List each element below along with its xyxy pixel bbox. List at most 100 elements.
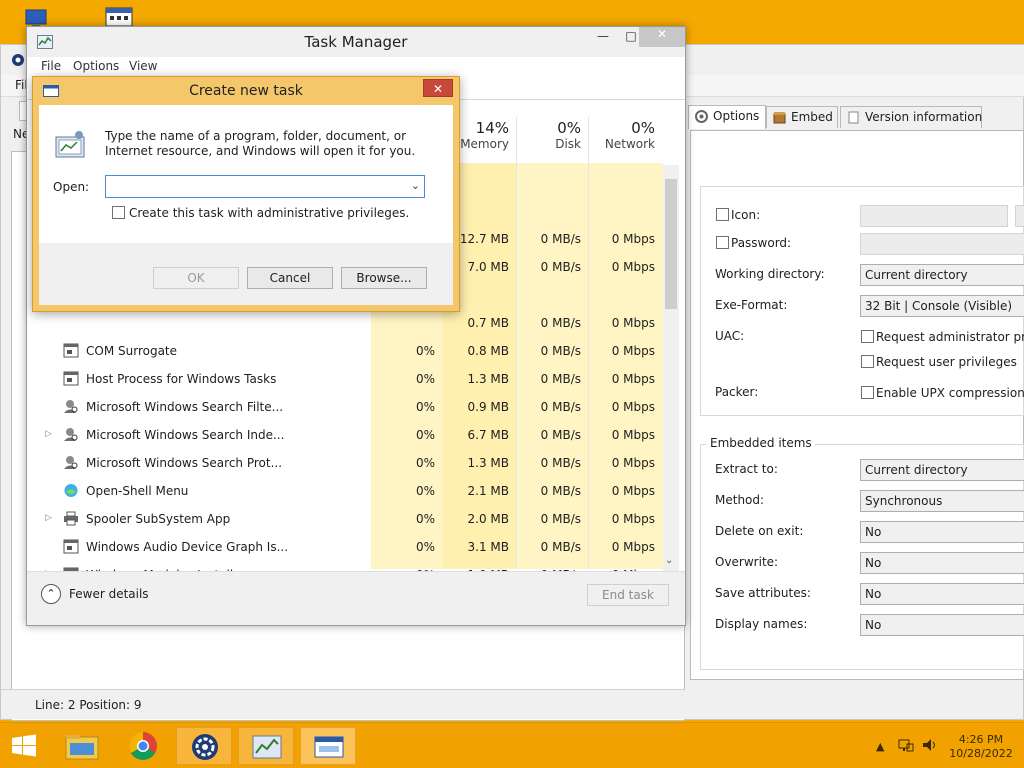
icon-checkbox[interactable] [716, 208, 729, 221]
status-position: Line: 2 Position: 9 [35, 698, 142, 712]
property-tabs: Options Embed Version information [688, 105, 1024, 130]
network-value: 0 Mbps [611, 232, 655, 246]
tab-embed[interactable]: Embed [766, 106, 838, 128]
password-checkbox[interactable] [716, 236, 729, 249]
ok-button[interactable]: OK [153, 267, 239, 289]
disk-value: 0 MB/s [540, 428, 581, 442]
display-names-select[interactable]: No [860, 614, 1024, 636]
menu-file[interactable]: File [41, 59, 61, 73]
clock[interactable]: 4:26 PM 10/28/2022 [944, 733, 1018, 761]
run-taskbar-icon[interactable] [300, 727, 356, 765]
disk-value: 0 MB/s [540, 512, 581, 526]
chrome-taskbar-icon[interactable] [115, 727, 171, 765]
cpu-value: 0% [415, 512, 435, 526]
table-row[interactable]: COM Surrogate 0% 0.8 MB 0 MB/s 0 Mbps [35, 337, 663, 365]
close-button[interactable]: ✕ [639, 27, 685, 47]
process-name: Microsoft Windows Search Filte... [86, 400, 284, 414]
exe-format-select[interactable]: 32 Bit | Console (Visible) [860, 295, 1024, 317]
disk-value: 0 MB/s [540, 400, 581, 414]
network-value: 0 Mbps [611, 512, 655, 526]
overwrite-select[interactable]: No [860, 552, 1024, 574]
task-manager-titlebar: Task Manager — □ ✕ [27, 27, 685, 57]
menu-options[interactable]: Options [73, 59, 119, 73]
chevron-up-icon[interactable]: ▲ [876, 740, 884, 753]
chevron-down-icon[interactable]: ⌄ [411, 179, 420, 192]
disk-value: 0 MB/s [540, 316, 581, 330]
network-value: 0 Mbps [611, 316, 655, 330]
expand-icon[interactable]: ▷ [45, 429, 52, 439]
extract-to-select[interactable]: Current directory [860, 459, 1024, 481]
task-manager-footer: ⌃ Fewer details End task [27, 571, 685, 625]
delete-on-exit-select[interactable]: No [860, 521, 1024, 543]
password-field [860, 233, 1024, 255]
network-value: 0 Mbps [611, 484, 655, 498]
tab-version-information[interactable]: Version information [840, 106, 982, 128]
cancel-button[interactable]: Cancel [247, 267, 333, 289]
taskbar: ▲ 4:26 PM 10/28/2022 [0, 722, 1024, 768]
table-row[interactable]: Host Process for Windows Tasks 0% 1.3 MB 0 … [35, 365, 663, 393]
save-attributes-label: Save attributes: [715, 586, 811, 600]
scroll-down-arrow[interactable]: ⌄ [665, 555, 673, 566]
tab-options[interactable]: Options [688, 105, 766, 129]
memory-value: 2.1 MB [467, 484, 509, 498]
cpu-value: 0% [415, 400, 435, 414]
dialog-message: Type the name of a program, folder, docu… [105, 129, 416, 158]
file-explorer-taskbar-icon[interactable] [54, 727, 110, 765]
method-select[interactable]: Synchronous [860, 490, 1024, 512]
table-row[interactable]: Microsoft Windows Search Filte... 0% 0.9 M… [35, 393, 663, 421]
process-name: Open-Shell Menu [86, 484, 189, 498]
upx-checkbox[interactable] [861, 386, 874, 399]
menu-view[interactable]: View [129, 59, 157, 73]
network-icon[interactable] [898, 738, 914, 755]
table-row[interactable]: Windows Audio Device Graph Is... 0% 3.1 MB… [35, 533, 663, 561]
admin-privileges-label: Create this task with administrative pri… [129, 206, 410, 220]
uac-user-checkbox[interactable] [861, 355, 874, 368]
embedded-items-title: Embedded items [707, 436, 815, 450]
method-label: Method: [715, 493, 765, 507]
end-task-button[interactable]: End task [587, 584, 669, 606]
printer-icon [63, 511, 79, 526]
open-combobox[interactable]: ⌄ [105, 175, 425, 198]
gear-icon [695, 110, 708, 123]
process-name: Spooler SubSystem App [86, 512, 231, 526]
window-icon [63, 343, 79, 358]
icon-label: Icon: [731, 208, 761, 222]
task-manager-title: Task Manager [304, 33, 408, 51]
settings-taskbar-icon[interactable] [176, 727, 232, 765]
process-name: Microsoft Windows Search Inde... [86, 428, 285, 442]
uac-admin-checkbox[interactable] [861, 330, 874, 343]
browse-button[interactable]: Browse... [341, 267, 427, 289]
dialog-close-button[interactable]: ✕ [423, 79, 453, 97]
process-name: Microsoft Windows Search Prot... [86, 456, 283, 470]
start-button[interactable] [0, 727, 48, 765]
admin-privileges-checkbox[interactable] [112, 206, 125, 219]
gear-icon [11, 53, 25, 70]
volume-icon[interactable] [922, 738, 938, 755]
table-row[interactable]: Microsoft Windows Search Prot... 0% 1.3 MB… [35, 449, 663, 477]
expand-icon[interactable]: ▷ [45, 513, 52, 523]
working-directory-select[interactable]: Current directory [860, 264, 1024, 286]
network-value: 0 Mbps [611, 456, 655, 470]
shell-icon [63, 483, 79, 498]
network-value: 0 Mbps [611, 372, 655, 386]
disk-value: 0 MB/s [540, 456, 581, 470]
table-row[interactable]: Open-Shell Menu 0% 2.1 MB 0 MB/s 0 Mbps [35, 477, 663, 505]
scrollbar-thumb[interactable] [665, 179, 677, 309]
cpu-value: 0% [415, 344, 435, 358]
table-row[interactable]: 0.7 MB 0 MB/s 0 Mbps [35, 309, 663, 337]
window-icon [63, 539, 79, 554]
packer-label: Packer: [715, 385, 759, 399]
upx-label: Enable UPX compression [876, 386, 1024, 400]
open-input[interactable] [110, 178, 400, 195]
save-attributes-select[interactable]: No [860, 583, 1024, 605]
task-manager-taskbar-icon[interactable] [238, 727, 294, 765]
col-disk[interactable]: 0% Disk [517, 119, 581, 151]
table-row[interactable]: ▷ Spooler SubSystem App 0% 2.0 MB 0 MB/s 0 Mb… [35, 505, 663, 533]
program-desktop-icon[interactable] [104, 6, 134, 28]
fewer-details-button[interactable]: ⌃ Fewer details [41, 584, 171, 606]
col-network[interactable]: 0% Network [589, 119, 655, 151]
cpu-value: 0% [415, 372, 435, 386]
clock-time: 4:26 PM [958, 733, 1004, 746]
minimize-button[interactable]: — [589, 29, 617, 49]
table-row[interactable]: ▷ Microsoft Windows Search Inde... 0% 6.7 M… [35, 421, 663, 449]
